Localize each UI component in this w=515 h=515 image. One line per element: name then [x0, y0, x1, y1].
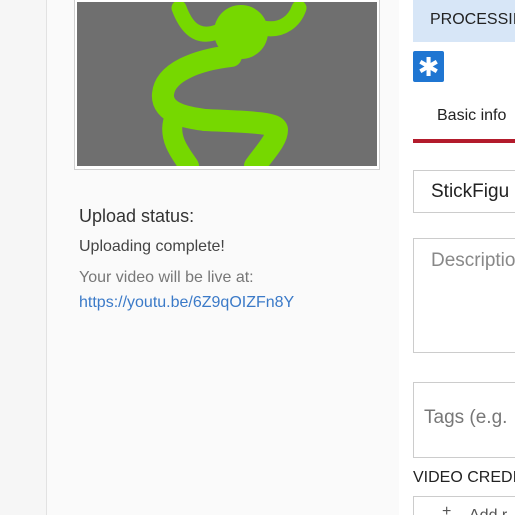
tags-placeholder: Tags (e.g.	[424, 407, 508, 428]
description-placeholder: Descriptio	[431, 250, 515, 271]
add-credit-label: Add r	[469, 507, 507, 515]
title-value: StickFigu	[431, 181, 510, 202]
video-live-label: Your video will be live at:	[79, 269, 254, 286]
upload-page: Upload status: Uploading complete! Your …	[0, 0, 515, 515]
tab-basic-info[interactable]: Basic info	[413, 96, 515, 143]
title-field[interactable]: StickFigu	[413, 170, 515, 213]
description-field[interactable]: Descriptio	[413, 238, 515, 353]
video-credits-heading: VIDEO CREDI	[413, 469, 515, 486]
processing-banner: PROCESSII	[413, 0, 515, 42]
processing-status: PROCESSII	[430, 11, 515, 28]
tab-basic-info-label: Basic info	[437, 107, 507, 124]
video-thumbnail[interactable]	[77, 2, 377, 166]
upload-status-heading: Upload status:	[79, 206, 195, 226]
upload-status-message: Uploading complete!	[79, 238, 225, 255]
stick-figure-image	[77, 2, 377, 166]
video-url-link[interactable]: https://youtu.be/6Z9qOIZFn8Y	[79, 294, 294, 312]
tags-field[interactable]: Tags (e.g.	[413, 382, 515, 458]
video-thumbnail-frame	[74, 0, 380, 170]
add-credit-button[interactable]: + Add r	[413, 496, 515, 515]
left-margin	[0, 0, 47, 515]
asterisk-icon[interactable]: ✱	[413, 51, 444, 83]
plus-icon: +	[442, 503, 452, 515]
